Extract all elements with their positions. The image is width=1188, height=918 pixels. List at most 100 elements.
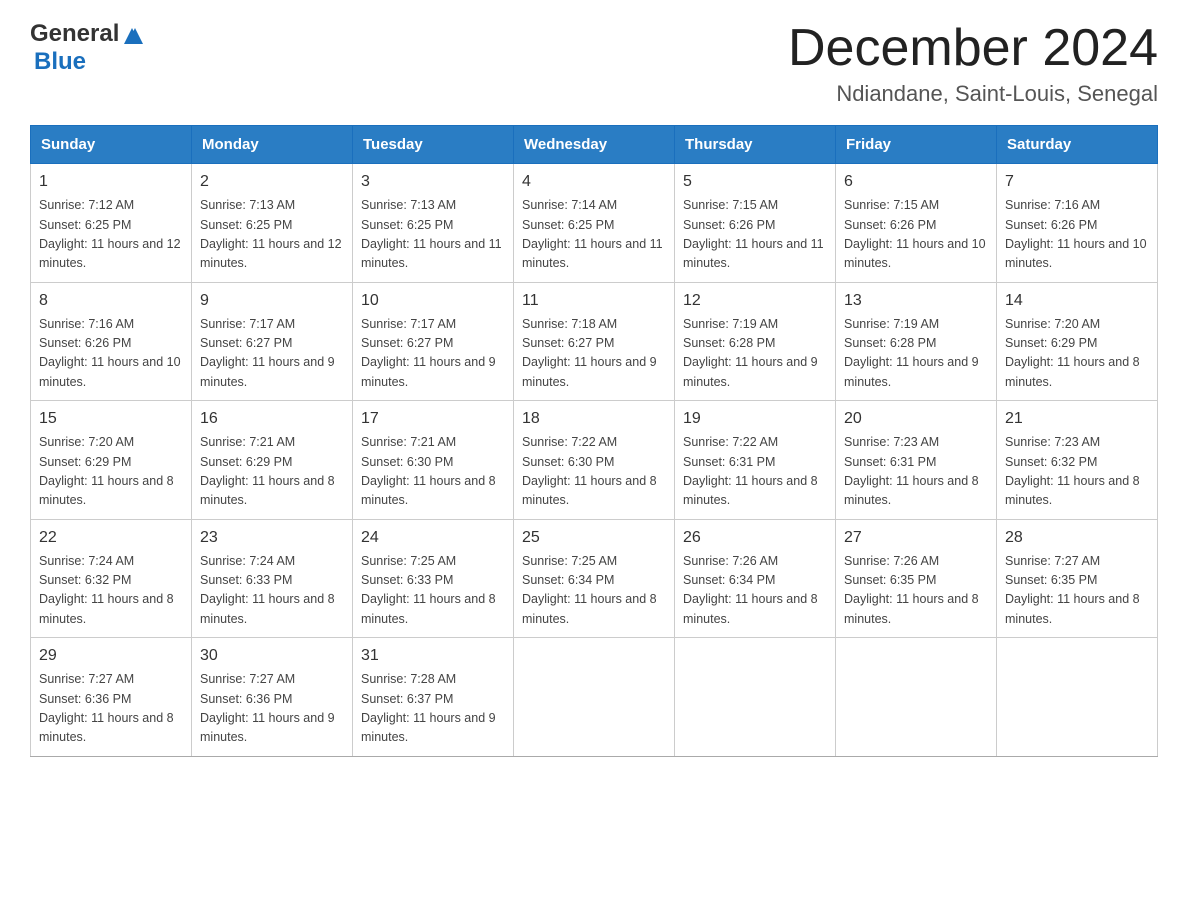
day-number: 13 [844, 289, 988, 313]
logo-icon [121, 24, 143, 46]
day-info: Sunrise: 7:26 AMSunset: 6:34 PMDaylight:… [683, 552, 827, 630]
day-info: Sunrise: 7:17 AMSunset: 6:27 PMDaylight:… [361, 315, 505, 393]
calendar-cell: 27Sunrise: 7:26 AMSunset: 6:35 PMDayligh… [836, 519, 997, 638]
calendar-cell [836, 638, 997, 757]
calendar-cell: 30Sunrise: 7:27 AMSunset: 6:36 PMDayligh… [192, 638, 353, 757]
calendar-header-row: SundayMondayTuesdayWednesdayThursdayFrid… [31, 126, 1158, 164]
day-info: Sunrise: 7:27 AMSunset: 6:36 PMDaylight:… [200, 670, 344, 748]
day-number: 26 [683, 526, 827, 550]
day-number: 23 [200, 526, 344, 550]
day-number: 6 [844, 170, 988, 194]
logo-blue-text: Blue [34, 48, 86, 76]
calendar-cell: 7Sunrise: 7:16 AMSunset: 6:26 PMDaylight… [997, 164, 1158, 283]
column-header-wednesday: Wednesday [514, 126, 675, 164]
day-info: Sunrise: 7:15 AMSunset: 6:26 PMDaylight:… [683, 196, 827, 274]
calendar-cell: 23Sunrise: 7:24 AMSunset: 6:33 PMDayligh… [192, 519, 353, 638]
calendar-cell: 22Sunrise: 7:24 AMSunset: 6:32 PMDayligh… [31, 519, 192, 638]
day-number: 8 [39, 289, 183, 313]
week-row-5: 29Sunrise: 7:27 AMSunset: 6:36 PMDayligh… [31, 638, 1158, 757]
title-area: December 2024 Ndiandane, Saint-Louis, Se… [788, 20, 1158, 107]
day-info: Sunrise: 7:21 AMSunset: 6:30 PMDaylight:… [361, 433, 505, 511]
day-info: Sunrise: 7:16 AMSunset: 6:26 PMDaylight:… [39, 315, 183, 393]
day-info: Sunrise: 7:13 AMSunset: 6:25 PMDaylight:… [200, 196, 344, 274]
day-info: Sunrise: 7:19 AMSunset: 6:28 PMDaylight:… [844, 315, 988, 393]
day-number: 28 [1005, 526, 1149, 550]
calendar-cell: 8Sunrise: 7:16 AMSunset: 6:26 PMDaylight… [31, 282, 192, 401]
day-info: Sunrise: 7:27 AMSunset: 6:36 PMDaylight:… [39, 670, 183, 748]
day-info: Sunrise: 7:24 AMSunset: 6:33 PMDaylight:… [200, 552, 344, 630]
day-info: Sunrise: 7:22 AMSunset: 6:30 PMDaylight:… [522, 433, 666, 511]
day-number: 19 [683, 407, 827, 431]
day-number: 27 [844, 526, 988, 550]
page-subtitle: Ndiandane, Saint-Louis, Senegal [788, 81, 1158, 107]
calendar-cell: 15Sunrise: 7:20 AMSunset: 6:29 PMDayligh… [31, 401, 192, 520]
calendar-cell: 3Sunrise: 7:13 AMSunset: 6:25 PMDaylight… [353, 164, 514, 283]
day-number: 12 [683, 289, 827, 313]
column-header-monday: Monday [192, 126, 353, 164]
day-info: Sunrise: 7:21 AMSunset: 6:29 PMDaylight:… [200, 433, 344, 511]
day-info: Sunrise: 7:23 AMSunset: 6:32 PMDaylight:… [1005, 433, 1149, 511]
logo: General Blue [30, 20, 143, 76]
day-number: 30 [200, 644, 344, 668]
day-number: 22 [39, 526, 183, 550]
calendar-cell: 20Sunrise: 7:23 AMSunset: 6:31 PMDayligh… [836, 401, 997, 520]
day-info: Sunrise: 7:27 AMSunset: 6:35 PMDaylight:… [1005, 552, 1149, 630]
day-info: Sunrise: 7:23 AMSunset: 6:31 PMDaylight:… [844, 433, 988, 511]
day-info: Sunrise: 7:24 AMSunset: 6:32 PMDaylight:… [39, 552, 183, 630]
day-number: 3 [361, 170, 505, 194]
day-info: Sunrise: 7:17 AMSunset: 6:27 PMDaylight:… [200, 315, 344, 393]
calendar-cell: 13Sunrise: 7:19 AMSunset: 6:28 PMDayligh… [836, 282, 997, 401]
day-info: Sunrise: 7:26 AMSunset: 6:35 PMDaylight:… [844, 552, 988, 630]
column-header-tuesday: Tuesday [353, 126, 514, 164]
calendar-cell: 6Sunrise: 7:15 AMSunset: 6:26 PMDaylight… [836, 164, 997, 283]
week-row-2: 8Sunrise: 7:16 AMSunset: 6:26 PMDaylight… [31, 282, 1158, 401]
page-header: General Blue December 2024 Ndiandane, Sa… [30, 20, 1158, 107]
column-header-sunday: Sunday [31, 126, 192, 164]
day-info: Sunrise: 7:22 AMSunset: 6:31 PMDaylight:… [683, 433, 827, 511]
day-number: 21 [1005, 407, 1149, 431]
week-row-3: 15Sunrise: 7:20 AMSunset: 6:29 PMDayligh… [31, 401, 1158, 520]
calendar-cell: 9Sunrise: 7:17 AMSunset: 6:27 PMDaylight… [192, 282, 353, 401]
day-number: 2 [200, 170, 344, 194]
calendar-cell: 12Sunrise: 7:19 AMSunset: 6:28 PMDayligh… [675, 282, 836, 401]
day-number: 17 [361, 407, 505, 431]
calendar-cell: 10Sunrise: 7:17 AMSunset: 6:27 PMDayligh… [353, 282, 514, 401]
calendar-cell: 19Sunrise: 7:22 AMSunset: 6:31 PMDayligh… [675, 401, 836, 520]
calendar-cell: 11Sunrise: 7:18 AMSunset: 6:27 PMDayligh… [514, 282, 675, 401]
day-number: 15 [39, 407, 183, 431]
column-header-thursday: Thursday [675, 126, 836, 164]
calendar-cell [997, 638, 1158, 757]
day-number: 24 [361, 526, 505, 550]
calendar-cell [514, 638, 675, 757]
day-info: Sunrise: 7:16 AMSunset: 6:26 PMDaylight:… [1005, 196, 1149, 274]
calendar-cell: 17Sunrise: 7:21 AMSunset: 6:30 PMDayligh… [353, 401, 514, 520]
day-number: 20 [844, 407, 988, 431]
day-info: Sunrise: 7:12 AMSunset: 6:25 PMDaylight:… [39, 196, 183, 274]
calendar-cell: 25Sunrise: 7:25 AMSunset: 6:34 PMDayligh… [514, 519, 675, 638]
calendar-cell: 5Sunrise: 7:15 AMSunset: 6:26 PMDaylight… [675, 164, 836, 283]
calendar-cell: 4Sunrise: 7:14 AMSunset: 6:25 PMDaylight… [514, 164, 675, 283]
calendar-table: SundayMondayTuesdayWednesdayThursdayFrid… [30, 125, 1158, 757]
day-info: Sunrise: 7:20 AMSunset: 6:29 PMDaylight:… [1005, 315, 1149, 393]
day-number: 25 [522, 526, 666, 550]
calendar-cell: 16Sunrise: 7:21 AMSunset: 6:29 PMDayligh… [192, 401, 353, 520]
column-header-saturday: Saturday [997, 126, 1158, 164]
day-info: Sunrise: 7:25 AMSunset: 6:34 PMDaylight:… [522, 552, 666, 630]
day-number: 11 [522, 289, 666, 313]
day-number: 31 [361, 644, 505, 668]
day-number: 29 [39, 644, 183, 668]
day-number: 14 [1005, 289, 1149, 313]
day-number: 4 [522, 170, 666, 194]
page-title: December 2024 [788, 20, 1158, 77]
day-info: Sunrise: 7:18 AMSunset: 6:27 PMDaylight:… [522, 315, 666, 393]
day-number: 1 [39, 170, 183, 194]
calendar-cell: 29Sunrise: 7:27 AMSunset: 6:36 PMDayligh… [31, 638, 192, 757]
calendar-cell: 18Sunrise: 7:22 AMSunset: 6:30 PMDayligh… [514, 401, 675, 520]
day-info: Sunrise: 7:15 AMSunset: 6:26 PMDaylight:… [844, 196, 988, 274]
calendar-cell: 2Sunrise: 7:13 AMSunset: 6:25 PMDaylight… [192, 164, 353, 283]
day-info: Sunrise: 7:20 AMSunset: 6:29 PMDaylight:… [39, 433, 183, 511]
calendar-cell: 26Sunrise: 7:26 AMSunset: 6:34 PMDayligh… [675, 519, 836, 638]
column-header-friday: Friday [836, 126, 997, 164]
day-info: Sunrise: 7:25 AMSunset: 6:33 PMDaylight:… [361, 552, 505, 630]
day-number: 16 [200, 407, 344, 431]
